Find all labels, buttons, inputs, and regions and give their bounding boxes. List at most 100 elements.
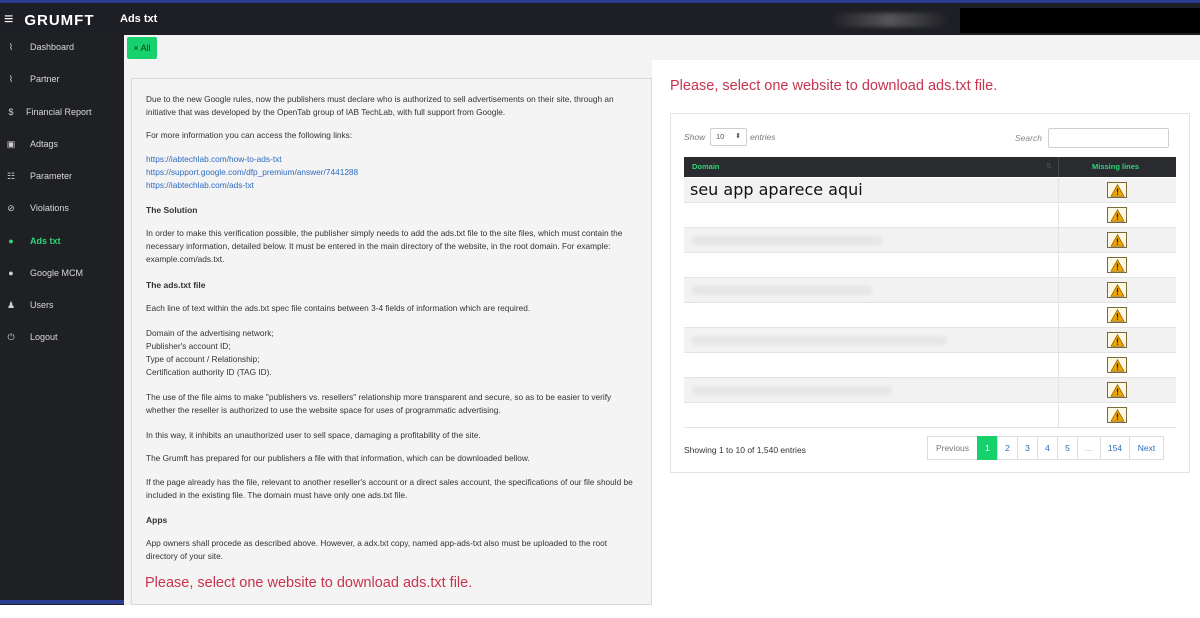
apps-text: App owners shall procede as described ab…	[146, 538, 608, 561]
sidebar-item-google-mcm[interactable]: ● Google MCM	[0, 261, 124, 285]
table-row[interactable]	[684, 253, 1176, 278]
filter-all-button[interactable]: × All	[127, 37, 157, 59]
sidebar-item-parameter[interactable]: ☷ Parameter	[0, 164, 124, 188]
warning-icon[interactable]	[1107, 332, 1127, 348]
warning-icon[interactable]	[1107, 257, 1127, 273]
show-label: Show	[684, 132, 706, 142]
warning-icon[interactable]	[1107, 232, 1127, 248]
table-info: Showing 1 to 10 of 1,540 entries	[684, 445, 806, 455]
table-row[interactable]	[684, 203, 1176, 228]
cell-divider	[1058, 353, 1059, 378]
pagination-page-last[interactable]: 154	[1100, 436, 1130, 460]
file-text: Each line of text within the ads.txt spe…	[146, 303, 531, 313]
cell-divider	[1058, 278, 1059, 303]
table-row[interactable]	[684, 378, 1176, 403]
link-how-to-ads-txt[interactable]: https://iabtechlab.com/how-to-ads-txt	[146, 154, 282, 164]
redacted-domain	[692, 286, 872, 295]
pagination-page[interactable]: 5	[1057, 436, 1078, 460]
cell-divider	[1058, 228, 1059, 253]
cell-divider	[1058, 378, 1059, 403]
brand[interactable]: ≡ GRUMFT	[4, 11, 95, 29]
info-circle-icon: ●	[8, 268, 14, 278]
pagination-page[interactable]: 3	[1017, 436, 1038, 460]
warning-icon[interactable]	[1107, 307, 1127, 323]
cell-divider	[1058, 403, 1059, 428]
select-website-title: Please, select one website to download a…	[670, 78, 998, 94]
column-header-domain[interactable]: Domain	[692, 162, 720, 171]
sidebar-item-partner[interactable]: ⌇ Partner	[0, 67, 124, 91]
field-list-item: Type of account / Relationship;	[146, 354, 260, 364]
warning-icon[interactable]	[1107, 357, 1127, 373]
sidebar-item-label: Logout	[30, 332, 58, 342]
sidebar-item-financial-report[interactable]: $ Financial Report	[0, 100, 124, 124]
sidebar-item-label: Financial Report	[26, 107, 92, 117]
circle-dot-icon: ●	[8, 236, 14, 246]
table-row[interactable]	[684, 328, 1176, 353]
cell-divider	[1058, 328, 1059, 353]
table-row[interactable]	[684, 403, 1176, 428]
cell-divider	[1058, 303, 1059, 328]
link-google-support[interactable]: https://support.google.com/dfp_premium/a…	[146, 167, 358, 177]
entries-label: entries	[750, 132, 776, 142]
search-label: Search	[1015, 133, 1042, 143]
sidebar-item-logout[interactable]: ⏻ Logout	[0, 325, 124, 349]
pagination-next[interactable]: Next	[1129, 436, 1164, 460]
field-list-item: Domain of the advertising network;	[146, 328, 274, 338]
pagination: Previous 1 2 3 4 5 … 154 Next	[927, 436, 1164, 460]
use-text: The use of the file aims to make "publis…	[146, 392, 612, 415]
sidebar-item-label: Ads txt	[30, 236, 61, 246]
power-icon: ⏻	[7, 331, 15, 342]
select-website-prompt: Please, select one website to download a…	[145, 575, 473, 591]
sidebar-item-users[interactable]: ♟ Users	[0, 293, 124, 317]
solution-text: In order to make this verification possi…	[146, 228, 623, 264]
warning-icon[interactable]	[1107, 207, 1127, 223]
placeholder-overlay-text: seu app aparece aqui	[690, 180, 863, 199]
more-info-text: For more information you can access the …	[146, 130, 353, 140]
sidebar-item-violations[interactable]: ⊘ Violations	[0, 196, 124, 220]
chart-line-icon: ⌇	[8, 73, 14, 84]
user-icon: ♟	[6, 299, 16, 310]
page-title: Ads txt	[120, 13, 158, 25]
sidebar-item-ads-txt[interactable]: ● Ads txt	[0, 229, 124, 253]
sidebar-item-adtags[interactable]: ▣ Adtags	[0, 132, 124, 156]
grumft-text: The Grumft has prepared for our publishe…	[146, 453, 530, 463]
ban-icon: ⊘	[7, 202, 15, 213]
sliders-icon: ☷	[6, 170, 16, 181]
table-row[interactable]	[684, 303, 1176, 328]
warning-icon[interactable]	[1107, 282, 1127, 298]
link-iab-ads-txt[interactable]: https://iabtechlab.com/ads-txt	[146, 180, 254, 190]
sort-icon[interactable]: ⇅	[1046, 162, 1052, 170]
redacted-header-info	[830, 13, 950, 27]
table-row[interactable]	[684, 353, 1176, 378]
chart-line-icon: ⌇	[8, 41, 14, 52]
sidebar-item-label: Google MCM	[30, 268, 84, 278]
field-list-item: Publisher's account ID;	[146, 341, 231, 351]
cell-divider	[1058, 253, 1059, 278]
ads-txt-info-panel: Due to the new Google rules, now the pub…	[131, 78, 652, 605]
warning-icon[interactable]	[1107, 407, 1127, 423]
pagination-previous[interactable]: Previous	[927, 436, 978, 460]
file-heading: The ads.txt file	[146, 280, 206, 290]
pagination-ellipsis: …	[1077, 436, 1101, 460]
cell-divider	[1058, 203, 1059, 228]
warning-icon[interactable]	[1107, 182, 1127, 198]
pagination-page[interactable]: 2	[997, 436, 1018, 460]
table-row[interactable]	[684, 228, 1176, 253]
pagination-page[interactable]: 1	[977, 436, 998, 460]
tag-icon: ▣	[6, 138, 16, 149]
sidebar-item-dashboard[interactable]: ⌇ Dashboard	[0, 35, 124, 59]
hamburger-icon[interactable]: ≡	[4, 11, 14, 29]
redacted-domain	[692, 386, 892, 395]
warning-icon[interactable]	[1107, 382, 1127, 398]
apps-heading: Apps	[146, 515, 168, 525]
brand-logo: GRUMFT	[24, 11, 95, 29]
intro-text: Due to the new Google rules, now the pub…	[146, 94, 614, 117]
search-input[interactable]	[1048, 128, 1169, 148]
column-header-missing-lines[interactable]: Missing lines	[1092, 162, 1139, 171]
page-size-select[interactable]: 10 ⬍	[710, 128, 747, 146]
pagination-page[interactable]: 4	[1037, 436, 1058, 460]
redacted-domain	[692, 336, 947, 345]
dollar-icon: $	[8, 107, 14, 117]
table-row[interactable]	[684, 278, 1176, 303]
inhibits-text: In this way, it inhibits an unauthorized…	[146, 430, 481, 440]
